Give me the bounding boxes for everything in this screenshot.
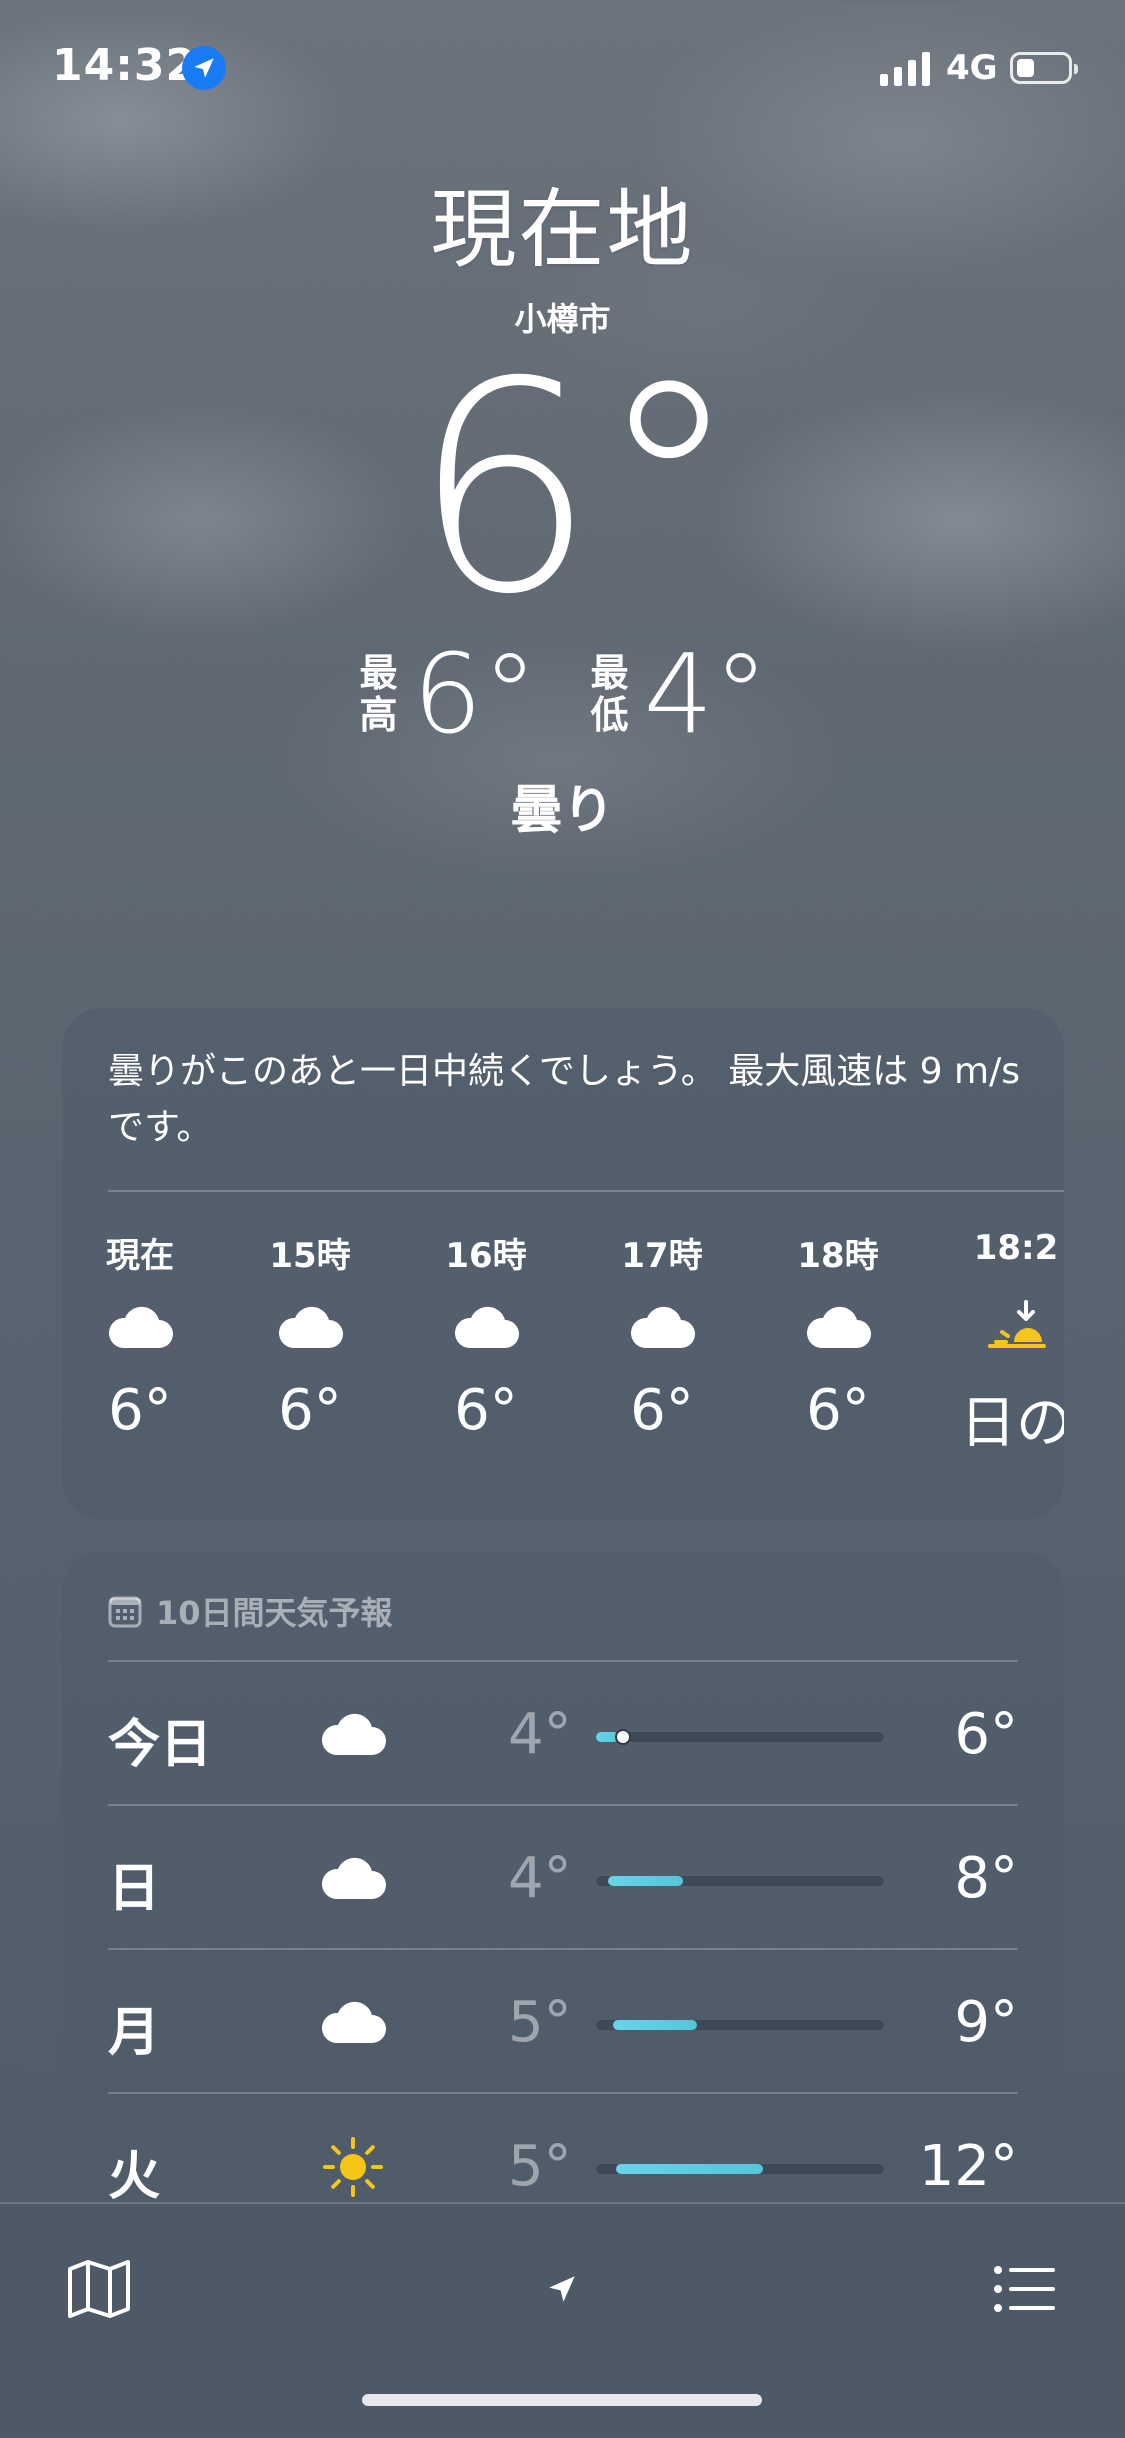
low-label: 最低 [590,651,629,737]
day-label: 日 [108,1859,161,1919]
location-arrow-icon[interactable] [517,2244,607,2334]
temperature-range-bar [596,1876,884,1886]
high-temperature: 12° [918,2134,1018,2199]
hour-temperature: 日の [960,1391,1064,1456]
forecast-day-row[interactable]: 日 4° 8° [108,1806,1018,1950]
network-type: 4G [946,48,998,88]
current-weather: 現在地 小樽市 6° 最高 6° 最低 4° 曇り [0,170,1125,843]
hourly-item: 18:2 日の [946,1228,1064,1459]
temperature-range-fill [616,2164,763,2174]
cloud-icon [308,1690,398,1780]
ten-day-header: 10日間天気予報 [108,1588,393,1634]
forecast-day-row[interactable]: 今日 4° 6° [108,1662,1018,1806]
hour-temperature: 6° [454,1378,518,1443]
current-temperature: 6° [411,321,742,658]
high-temperature: 9° [954,1990,1018,2055]
location-active-icon [182,46,226,90]
cloud-icon [70,1278,210,1378]
hourly-forecast-card[interactable]: 曇りがこのあと一日中続くでしょう。 最大風速は 9 m/s です。 現在 6° … [62,1008,1064,1520]
cloud-icon [416,1278,556,1378]
cloud-icon [308,1834,398,1924]
divider [108,1190,1064,1192]
forecast-day-row[interactable]: 月 5° 9° [108,1950,1018,2094]
cloud-icon [240,1278,380,1378]
day-label: 火 [108,2147,161,2207]
hour-label: 18時 [797,1236,879,1276]
hour-temperature: 6° [108,1378,172,1443]
hour-temperature: 6° [630,1378,694,1443]
hourly-item: 18時 6° [768,1228,908,1443]
hour-label: 17時 [621,1236,703,1276]
list-icon[interactable] [980,2244,1070,2334]
sun-icon [308,2122,398,2212]
hourly-item: 現在 6° [70,1228,210,1443]
hour-temperature: 6° [278,1378,342,1443]
hour-label: 15時 [269,1236,351,1276]
hour-label: 18:2 [973,1228,1059,1268]
hourly-item: 17時 6° [592,1228,732,1443]
low-temperature: 5° [508,2134,572,2199]
hourly-item: 15時 6° [240,1228,380,1443]
temperature-range-bar [596,2020,884,2030]
high-temperature: 6° [954,1702,1018,1767]
cloud-icon [308,1978,398,2068]
day-label: 月 [108,2003,161,2063]
calendar-icon [108,1596,142,1628]
battery-icon [1010,52,1078,84]
ten-day-title: 10日間天気予報 [156,1594,393,1632]
hour-label: 16時 [445,1236,527,1276]
temperature-range-fill [613,2020,697,2030]
home-indicator[interactable] [362,2394,762,2406]
temperature-range-bar [596,2164,884,2174]
ten-day-forecast-card[interactable]: 10日間天気予報 今日 4° 6° 日 4° 8° 月 5° 9° 火 5° 1… [62,1552,1064,2272]
high-label: 最高 [359,651,398,737]
cloud-icon [592,1278,732,1378]
condition-text: 曇り [510,781,615,841]
temperature-range-fill [608,1876,683,1886]
map-icon[interactable] [54,2244,144,2334]
low-temperature: 4° [508,1846,572,1911]
signal-icon [880,52,930,86]
cloud-icon [768,1278,908,1378]
status-time: 14:32 [52,40,198,91]
temperature-range-bar [596,1729,884,1745]
day-label: 今日 [108,1715,213,1775]
low-temperature: 5° [508,1990,572,2055]
high-temperature: 8° [954,1846,1018,1911]
low-temperature: 4° [508,1702,572,1767]
hour-temperature: 6° [806,1378,870,1443]
current-temp-dot [615,1729,631,1745]
forecast-summary: 曇りがこのあと一日中続くでしょう。 最大風速は 9 m/s です。 [108,1051,1020,1148]
hour-label: 現在 [106,1236,174,1276]
location-title: 現在地 [430,180,695,280]
status-bar: 14:32 4G [0,0,1125,140]
hourly-item: 16時 6° [416,1228,556,1443]
sunset-icon [946,1278,1064,1378]
